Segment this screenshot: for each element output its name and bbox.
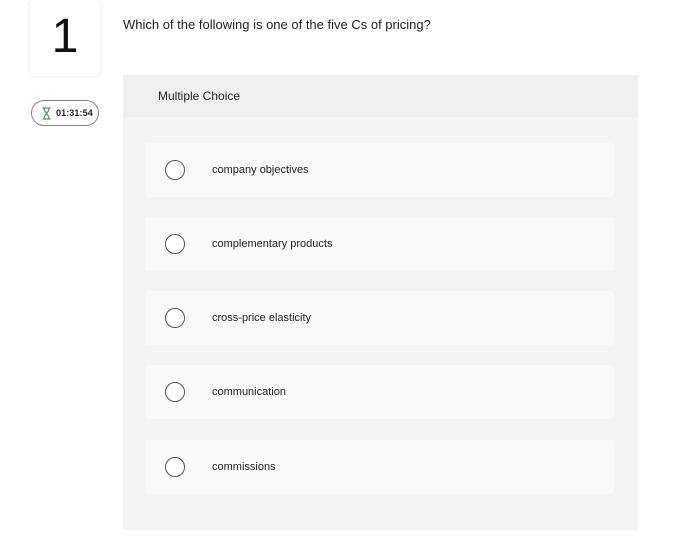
- hourglass-icon: [42, 106, 51, 120]
- timer-value: 01:31:54: [56, 108, 93, 118]
- radio-button[interactable]: [165, 308, 185, 328]
- choice-label: cross-price elasticity: [212, 312, 312, 324]
- question-number: 1: [51, 10, 79, 63]
- answer-panel: Multiple Choice company objectives compl…: [123, 75, 638, 530]
- choice-label: commissions: [212, 461, 276, 473]
- choice-label: company objectives: [212, 164, 309, 176]
- radio-button[interactable]: [165, 234, 185, 254]
- choice-option[interactable]: cross-price elasticity: [145, 291, 614, 345]
- radio-button[interactable]: [165, 457, 185, 477]
- choice-option[interactable]: commissions: [145, 440, 614, 494]
- question-type-header: Multiple Choice: [123, 75, 638, 117]
- radio-button[interactable]: [165, 160, 185, 180]
- choice-option[interactable]: communication: [145, 365, 614, 419]
- timer-badge[interactable]: 01:31:54: [31, 100, 99, 126]
- choice-label: complementary products: [212, 238, 333, 250]
- choice-option[interactable]: company objectives: [145, 143, 614, 197]
- question-number-card: 1: [30, 0, 100, 76]
- choice-option[interactable]: complementary products: [145, 217, 614, 271]
- choice-label: communication: [212, 386, 286, 398]
- radio-button[interactable]: [165, 382, 185, 402]
- question-text: Which of the following is one of the fiv…: [123, 17, 431, 32]
- question-type-label: Multiple Choice: [158, 89, 241, 103]
